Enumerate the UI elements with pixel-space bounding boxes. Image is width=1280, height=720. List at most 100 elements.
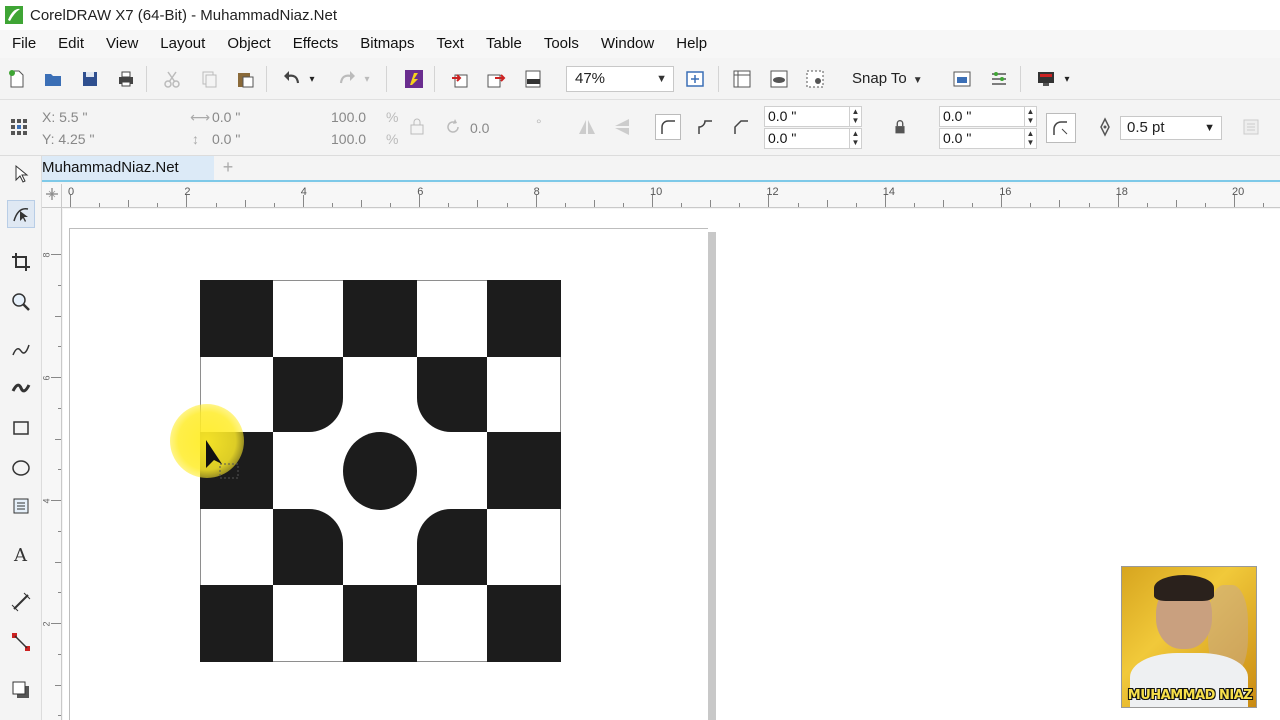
ruler-origin-icon[interactable] <box>42 184 62 208</box>
document-tabs: MuhammadNiaz.Net + <box>42 156 1280 182</box>
spin-arrows-icon[interactable]: ▲ ▼ <box>849 129 861 148</box>
ruler-v-tick <box>58 530 61 532</box>
redo-icon[interactable] <box>334 66 360 92</box>
zoom-tool-icon[interactable] <box>7 288 35 316</box>
scale-y-field[interactable]: 100.0 <box>331 129 366 149</box>
object-origin-icon[interactable] <box>6 114 32 140</box>
width-field[interactable]: 0.0 " <box>212 107 240 127</box>
ruler-v-label: 8 <box>41 252 52 258</box>
height-field[interactable]: 0.0 " <box>212 129 240 149</box>
scallop-corner-icon[interactable] <box>692 114 718 140</box>
export-icon[interactable] <box>483 66 509 92</box>
ruler-h-tick <box>652 195 653 207</box>
corner-top-right-field[interactable]: 0.0 " ▲ ▼ <box>939 106 1037 127</box>
pick-tool-icon[interactable] <box>7 160 35 188</box>
polygon-tool-icon[interactable] <box>7 492 35 520</box>
artistic-media-tool-icon[interactable] <box>7 374 35 402</box>
menu-view[interactable]: View <box>95 30 149 58</box>
welcome-screen-icon[interactable] <box>949 66 975 92</box>
presenter-webcam: MUHAMMAD NIAZ <box>1121 566 1257 708</box>
outline-width-select[interactable]: 0.5 pt ▼ <box>1120 116 1222 140</box>
checker-pattern-artwork[interactable] <box>200 280 561 662</box>
text-tool-icon[interactable]: A <box>7 540 35 568</box>
menu-bitmaps[interactable]: Bitmaps <box>349 30 425 58</box>
rotation-field[interactable]: 0.0 <box>470 118 489 138</box>
crop-tool-icon[interactable] <box>7 248 35 276</box>
full-screen-icon[interactable] <box>682 66 708 92</box>
menu-effects[interactable]: Effects <box>282 30 350 58</box>
ruler-h-tick <box>768 195 770 207</box>
save-icon[interactable] <box>77 66 103 92</box>
ruler-h-tick <box>128 200 130 207</box>
ellipse-tool-icon[interactable] <box>7 454 35 482</box>
snap-to-dropdown[interactable]: Snap To ▼ <box>846 66 923 92</box>
undo-icon[interactable] <box>279 66 305 92</box>
zoom-level-select[interactable]: 47% ▼ <box>566 66 674 92</box>
lock-ratio-icon[interactable] <box>404 114 430 140</box>
menu-text[interactable]: Text <box>425 30 475 58</box>
spin-arrows-icon[interactable]: ▲ ▼ <box>849 107 861 126</box>
add-tab-icon[interactable]: + <box>219 158 237 176</box>
mirror-horizontal-icon[interactable] <box>574 114 600 140</box>
copy-icon[interactable] <box>196 66 222 92</box>
window-title: CorelDRAW X7 (64-Bit) - MuhammadNiaz.Net <box>30 6 338 24</box>
undo-dropdown-icon[interactable]: ▾ <box>305 66 319 92</box>
ruler-h-tick <box>1175 200 1177 207</box>
drop-shadow-tool-icon[interactable] <box>7 676 35 704</box>
position-y-field[interactable]: Y: 4.25 " <box>42 129 94 149</box>
menu-layout[interactable]: Layout <box>149 30 216 58</box>
menu-object[interactable]: Object <box>216 30 281 58</box>
freehand-tool-icon[interactable] <box>7 336 35 364</box>
mirror-vertical-icon[interactable] <box>609 114 635 140</box>
spin-arrows-icon[interactable]: ▲ ▼ <box>1024 129 1036 148</box>
menu-table[interactable]: Table <box>475 30 533 58</box>
spin-arrows-icon[interactable]: ▲ ▼ <box>1024 107 1036 126</box>
view-mode-icon[interactable] <box>766 66 792 92</box>
corner-top-left-field[interactable]: 0.0 " ▲ ▼ <box>764 106 862 127</box>
chamfer-corner-icon[interactable] <box>728 114 754 140</box>
vertical-ruler[interactable]: 8 6 4 2 <box>42 208 62 720</box>
zoom-level-value: 47% <box>575 70 606 87</box>
menu-window[interactable]: Window <box>590 30 665 58</box>
ruler-h-tick <box>1263 203 1265 207</box>
launcher-dropdown-icon[interactable]: ▾ <box>1060 66 1074 92</box>
snap-options-icon[interactable] <box>802 66 828 92</box>
publish-pdf-icon[interactable] <box>520 66 546 92</box>
lock-corners-icon[interactable] <box>890 114 910 140</box>
presenter-hair <box>1154 575 1214 601</box>
application-launcher-icon[interactable] <box>1033 66 1059 92</box>
print-icon[interactable] <box>113 66 139 92</box>
ruler-h-tick <box>448 203 450 207</box>
parallel-dimension-tool-icon[interactable] <box>7 588 35 616</box>
redo-dropdown-icon[interactable]: ▾ <box>360 66 374 92</box>
menu-edit[interactable]: Edit <box>47 30 95 58</box>
scale-x-field[interactable]: 100.0 <box>331 107 366 127</box>
menu-file[interactable]: File <box>0 30 47 58</box>
document-tab[interactable]: MuhammadNiaz.Net <box>42 156 214 180</box>
show-rulers-icon[interactable] <box>729 66 755 92</box>
import-icon[interactable] <box>447 66 473 92</box>
position-x-field[interactable]: X: 5.5 " <box>42 107 87 127</box>
open-folder-icon[interactable] <box>40 66 66 92</box>
paste-icon[interactable] <box>232 66 258 92</box>
cut-icon[interactable] <box>159 66 185 92</box>
horizontal-ruler[interactable]: 0 2 4 6 8 10 12 14 16 18 20 <box>62 184 1280 208</box>
search-content-icon[interactable] <box>401 66 427 92</box>
corner-bottom-right-field[interactable]: 0.0 " ▲ ▼ <box>939 128 1037 149</box>
ruler-h-tick <box>302 195 304 207</box>
corner-bottom-left-field[interactable]: 0.0 " ▲ ▼ <box>764 128 862 149</box>
menu-help[interactable]: Help <box>665 30 718 58</box>
svg-text:A: A <box>13 545 28 565</box>
ruler-v-label: 2 <box>41 621 52 627</box>
rectangle-tool-icon[interactable] <box>7 414 35 442</box>
ruler-h-tick <box>157 203 159 207</box>
menu-tools[interactable]: Tools <box>533 30 590 58</box>
relative-corner-scaling-icon[interactable] <box>1046 113 1076 143</box>
shape-tool-icon[interactable] <box>7 200 35 228</box>
options-icon[interactable] <box>986 66 1012 92</box>
connector-tool-icon[interactable] <box>7 628 35 656</box>
new-document-icon[interactable] <box>4 66 30 92</box>
ruler-h-tick <box>1059 200 1061 207</box>
round-corner-icon[interactable] <box>655 114 681 140</box>
to-front-icon[interactable] <box>1238 114 1264 140</box>
